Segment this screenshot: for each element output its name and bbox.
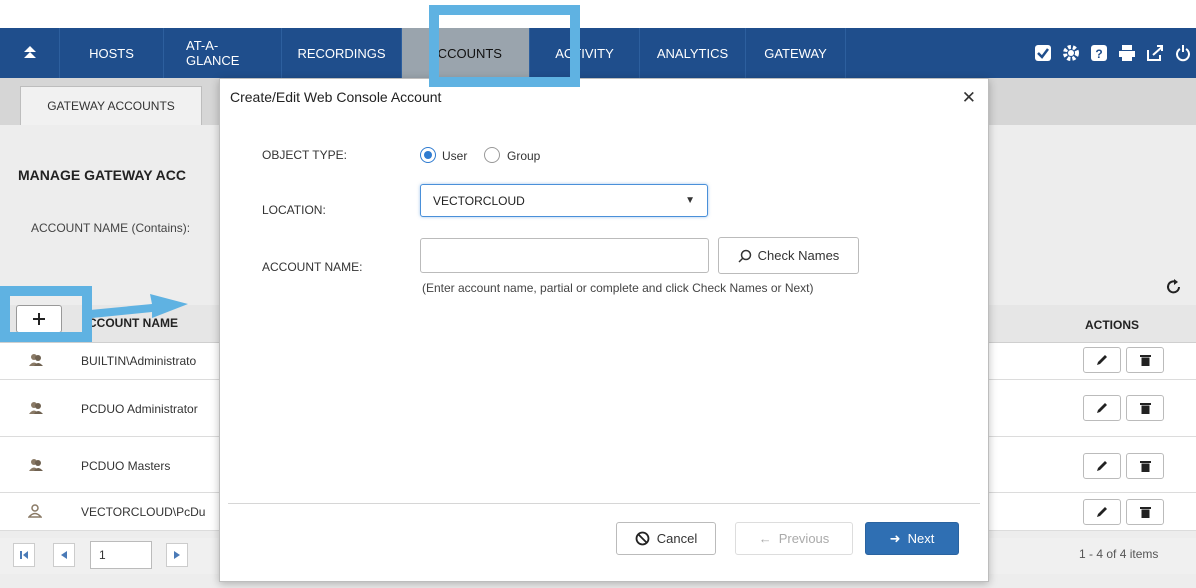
pager-info: 1 - 4 of 4 items [1079, 547, 1159, 561]
arrow-left-icon: ← [758, 531, 772, 546]
next-page-icon [174, 551, 180, 559]
delete-button[interactable] [1126, 347, 1164, 373]
prev-page-icon [61, 551, 67, 559]
account-name-input[interactable] [420, 238, 709, 273]
tab-hosts[interactable]: HOSTS [60, 28, 164, 78]
user-icon [27, 504, 43, 521]
home-button[interactable] [0, 28, 60, 78]
tab-gateway-accounts[interactable]: GATEWAY ACCOUNTS [20, 86, 202, 125]
row-actions [1083, 453, 1164, 479]
check-names-label: Check Names [757, 248, 840, 263]
account-name: BUILTIN\Administrato [81, 354, 197, 368]
highlight-accounts-tab [429, 5, 580, 87]
account-filter-label: ACCOUNT NAME (Contains): [31, 221, 191, 235]
svg-text:?: ? [1095, 47, 1102, 61]
location-label: LOCATION: [262, 203, 326, 217]
previous-label: Previous [778, 531, 830, 546]
radio-group-label: Group [507, 149, 541, 163]
arrow-right-icon: ➜ [889, 530, 901, 546]
group-icon [28, 401, 44, 418]
print-icon[interactable] [1118, 44, 1136, 62]
account-name-label: ACCOUNT NAME: [262, 260, 363, 274]
radio-user-label: User [442, 149, 468, 163]
row-actions [1083, 395, 1164, 421]
trash-icon [1139, 507, 1151, 518]
check-icon[interactable] [1034, 44, 1052, 62]
object-type-label: OBJECT TYPE: [262, 148, 347, 162]
first-page-button[interactable] [13, 543, 35, 567]
export-icon[interactable] [1146, 44, 1164, 62]
radio-group[interactable] [484, 147, 500, 163]
page-title: MANAGE GATEWAY ACC [18, 167, 187, 183]
tab-gateway[interactable]: GATEWAY [746, 28, 846, 78]
delete-button[interactable] [1126, 395, 1164, 421]
highlight-add-button [0, 286, 92, 342]
pencil-icon [1097, 507, 1107, 517]
edit-button[interactable] [1083, 395, 1121, 421]
row-actions [1083, 347, 1164, 373]
delete-button[interactable] [1126, 453, 1164, 479]
trash-icon [1139, 403, 1151, 414]
gear-icon[interactable] [1062, 44, 1080, 62]
trash-icon [1139, 355, 1151, 366]
delete-button[interactable] [1126, 499, 1164, 525]
help-icon[interactable]: ? [1090, 44, 1108, 62]
group-icon [28, 458, 44, 475]
chevron-down-icon: ▼ [685, 195, 695, 206]
column-header-actions: ACTIONS [1085, 318, 1139, 332]
dialog-divider [228, 503, 980, 504]
top-nav: HOSTS AT-A-GLANCE RECORDINGS ACCOUNTS AC… [0, 28, 1196, 78]
tab-recordings[interactable]: RECORDINGS [282, 28, 402, 78]
page-number-input[interactable]: 1 [90, 541, 152, 569]
radio-user[interactable] [420, 147, 436, 163]
pencil-icon [1097, 355, 1107, 365]
trash-icon [1139, 461, 1151, 472]
previous-button[interactable]: ← Previous [735, 522, 853, 555]
edit-button[interactable] [1083, 453, 1121, 479]
account-name: VECTORCLOUD\PcDu [81, 505, 206, 519]
account-name-hint: (Enter account name, partial or complete… [422, 281, 814, 295]
search-icon [738, 249, 751, 263]
account-name: PCDUO Administrator [81, 402, 198, 416]
dialog-title: Create/Edit Web Console Account [230, 89, 442, 105]
up-arrows-icon [23, 46, 36, 58]
cancel-button[interactable]: Cancel [616, 522, 716, 555]
toolbar-icons: ? [1034, 28, 1196, 78]
close-icon[interactable]: ✕ [962, 88, 976, 108]
cancel-label: Cancel [656, 531, 698, 546]
check-names-button[interactable]: Check Names [718, 237, 859, 274]
next-button[interactable]: ➜ Next [865, 522, 959, 555]
pencil-icon [1097, 461, 1107, 471]
group-icon [28, 353, 44, 370]
highlight-arrow-icon [90, 294, 188, 318]
tab-analytics[interactable]: ANALYTICS [640, 28, 746, 78]
power-icon[interactable] [1174, 44, 1192, 62]
edit-button[interactable] [1083, 499, 1121, 525]
first-page-icon [19, 551, 28, 559]
edit-button[interactable] [1083, 347, 1121, 373]
location-value: VECTORCLOUD [433, 194, 525, 208]
next-label: Next [907, 531, 935, 546]
account-name: PCDUO Masters [81, 459, 171, 473]
account-dialog: Create/Edit Web Console Account ✕ OBJECT… [219, 78, 989, 582]
refresh-icon[interactable] [1166, 278, 1182, 301]
cancel-icon [635, 531, 650, 546]
next-page-button[interactable] [166, 543, 188, 567]
row-actions [1083, 499, 1164, 525]
location-select[interactable]: VECTORCLOUD ▼ [420, 184, 708, 217]
prev-page-button[interactable] [53, 543, 75, 567]
pencil-icon [1097, 403, 1107, 413]
tab-at-a-glance[interactable]: AT-A-GLANCE [164, 28, 282, 78]
